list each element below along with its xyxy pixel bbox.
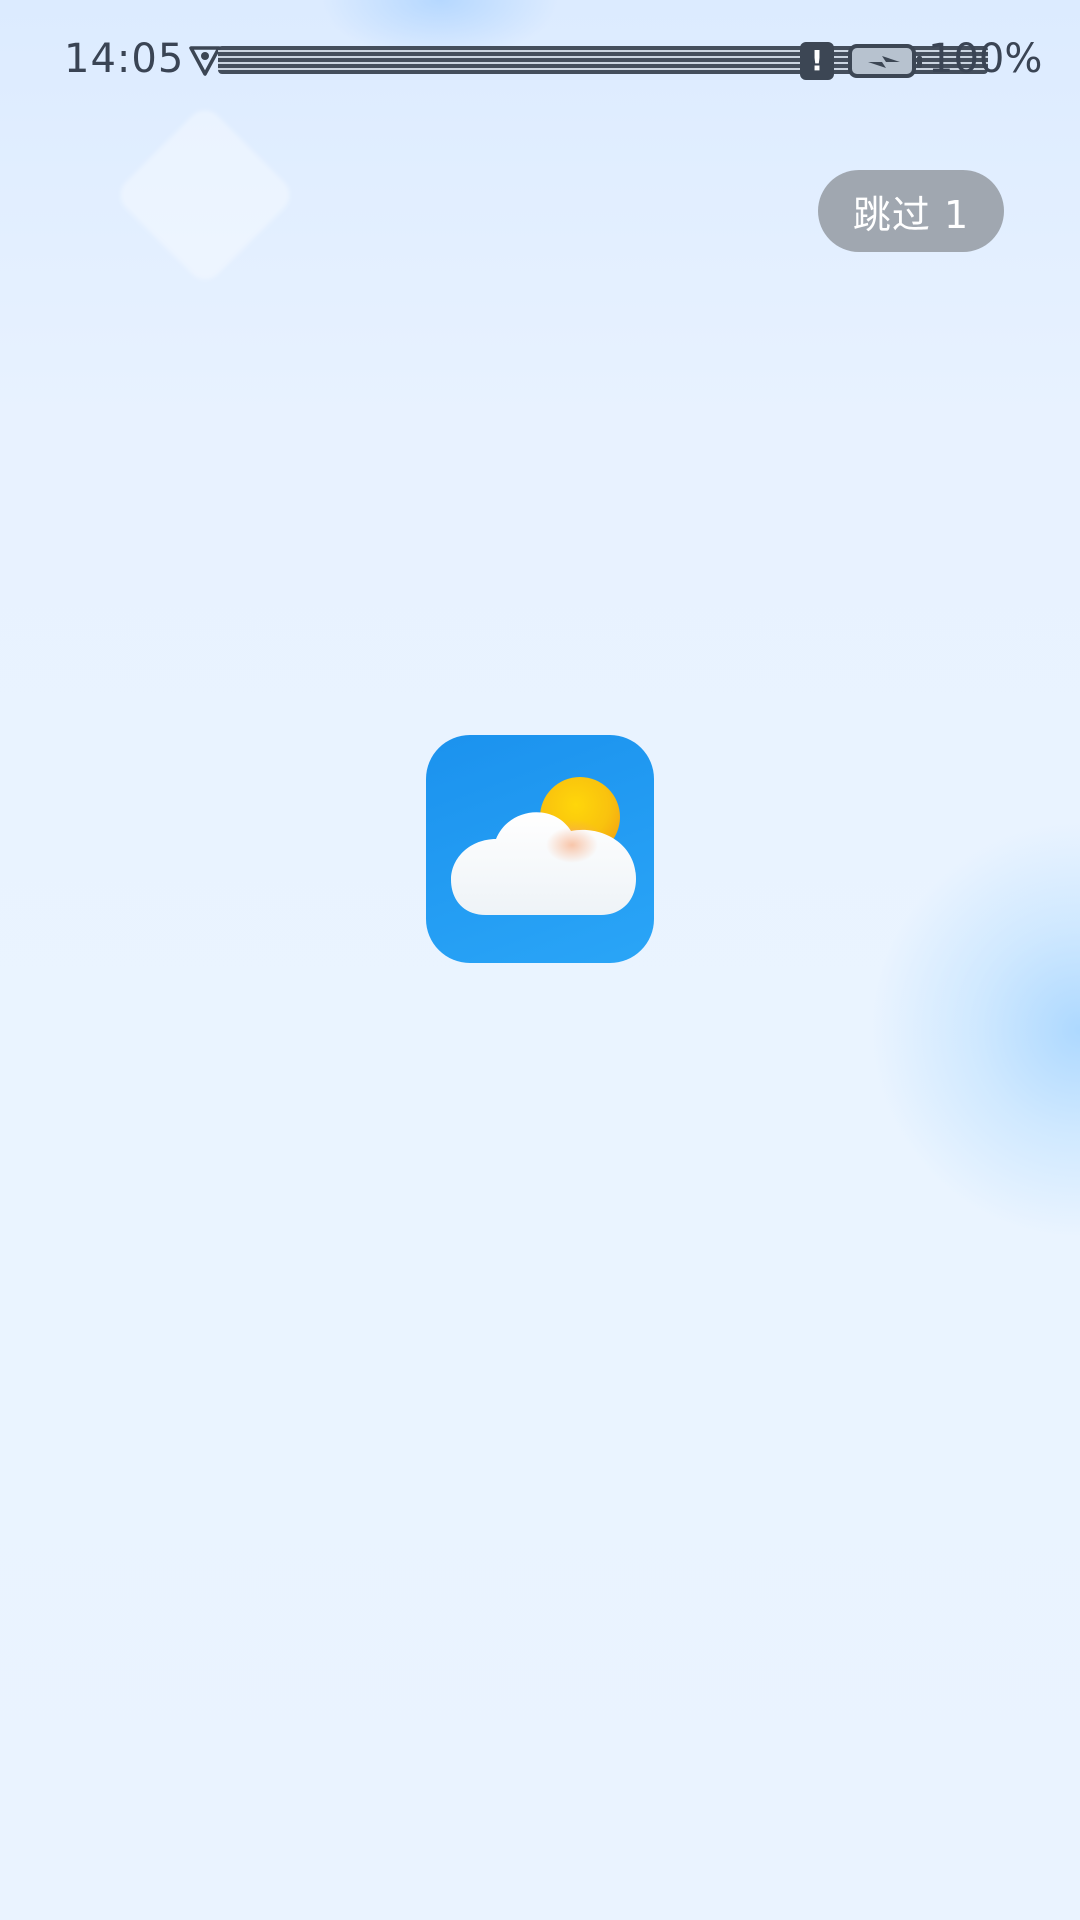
battery-percent: 100%: [928, 36, 1043, 82]
weather-cloud-sun-icon: [426, 735, 654, 963]
alert-icon: !: [800, 42, 834, 80]
background-glow-right: [870, 820, 1080, 1240]
battery-charging-icon: [848, 44, 922, 78]
status-bar: 14:05 ! 100%: [0, 0, 1080, 120]
background-diamond-shape: [113, 103, 297, 287]
shield-icon: [189, 46, 221, 76]
status-time: 14:05: [64, 36, 185, 82]
notification-strip: [188, 42, 988, 80]
skip-button[interactable]: 跳过 1: [818, 170, 1004, 252]
